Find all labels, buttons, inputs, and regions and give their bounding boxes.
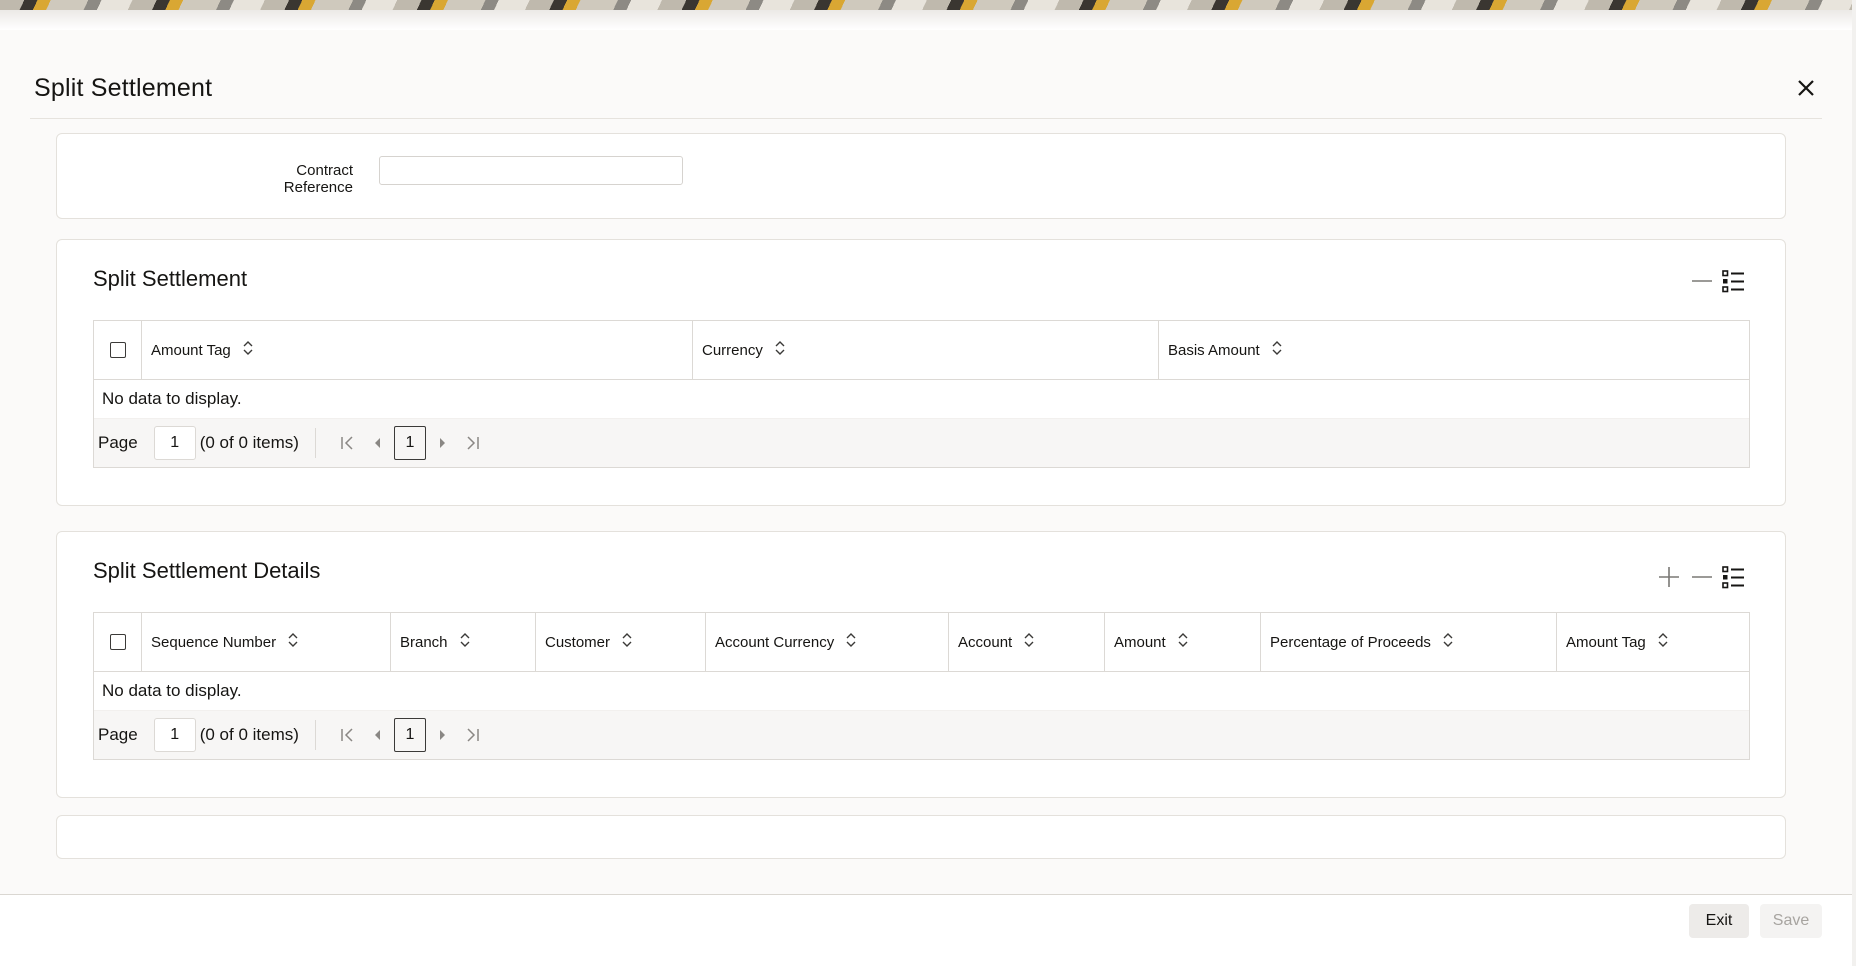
contract-reference-input[interactable] bbox=[379, 156, 683, 185]
section-title: Split Settlement Details bbox=[93, 558, 321, 583]
column-label: Currency bbox=[702, 341, 763, 359]
column-header-amount[interactable]: Amount bbox=[1105, 613, 1261, 671]
column-label: Sequence Number bbox=[151, 633, 277, 651]
contract-reference-label: Contract Reference bbox=[283, 162, 353, 196]
pagination: Page 1 (0 of 0 items) 1 bbox=[94, 419, 1749, 467]
last-page-icon[interactable] bbox=[458, 426, 488, 460]
current-page-button[interactable]: 1 bbox=[393, 426, 426, 460]
next-page-icon[interactable] bbox=[428, 426, 458, 460]
exit-button[interactable]: Exit bbox=[1689, 904, 1749, 938]
pagination: Page 1 (0 of 0 items) 1 bbox=[94, 711, 1749, 759]
table-header: Sequence Number Branch Customer Account … bbox=[94, 613, 1749, 672]
sort-icon[interactable] bbox=[622, 633, 632, 651]
sort-icon[interactable] bbox=[1658, 633, 1668, 651]
first-page-icon[interactable] bbox=[332, 718, 362, 752]
split-settlement-dialog: Split Settlement Contract Reference Spli… bbox=[0, 30, 1854, 943]
empty-panel bbox=[56, 815, 1786, 859]
select-all-column bbox=[94, 613, 142, 671]
single-record-view-icon[interactable] bbox=[1721, 565, 1745, 594]
split-settlement-details-table: Sequence Number Branch Customer Account … bbox=[93, 612, 1750, 760]
sort-icon[interactable] bbox=[1178, 633, 1188, 651]
contract-reference-card: Contract Reference bbox=[56, 133, 1786, 219]
select-all-checkbox[interactable] bbox=[109, 342, 126, 358]
sort-icon[interactable] bbox=[1024, 633, 1034, 651]
previous-page-icon[interactable] bbox=[362, 718, 392, 752]
save-button[interactable]: Save bbox=[1760, 904, 1822, 938]
items-count: (0 of 0 items) bbox=[199, 725, 299, 744]
previous-page-icon[interactable] bbox=[362, 426, 392, 460]
close-icon[interactable] bbox=[1790, 72, 1822, 104]
table-header: Amount Tag Currency Basis Amount bbox=[94, 321, 1749, 380]
select-all-column bbox=[94, 321, 142, 379]
sort-icon[interactable] bbox=[243, 341, 253, 359]
column-header-branch[interactable]: Branch bbox=[391, 613, 536, 671]
column-label: Account bbox=[958, 633, 1013, 651]
split-settlement-section: Split Settlement Amount Tag Currency Bas… bbox=[56, 239, 1786, 506]
column-label: Amount bbox=[1114, 633, 1166, 651]
header-banner bbox=[0, 0, 1856, 10]
column-header-currency[interactable]: Currency bbox=[693, 321, 1159, 379]
sort-icon[interactable] bbox=[460, 633, 470, 651]
pager-divider bbox=[314, 720, 316, 750]
column-header-amount-tag[interactable]: Amount Tag bbox=[1557, 613, 1749, 671]
column-header-amount-tag[interactable]: Amount Tag bbox=[142, 321, 693, 379]
pager-divider bbox=[314, 428, 316, 458]
delete-row-icon[interactable] bbox=[1691, 274, 1713, 293]
last-page-icon[interactable] bbox=[458, 718, 488, 752]
next-page-icon[interactable] bbox=[428, 718, 458, 752]
sort-icon[interactable] bbox=[775, 341, 785, 359]
column-label: Basis Amount bbox=[1168, 341, 1260, 359]
page-number-input[interactable]: 1 bbox=[153, 718, 196, 752]
title-divider bbox=[30, 118, 1822, 119]
dialog-footer bbox=[0, 895, 1852, 943]
column-label: Percentage of Proceeds bbox=[1270, 633, 1431, 651]
page-bottom bbox=[0, 943, 1856, 966]
add-row-icon[interactable] bbox=[1658, 566, 1680, 593]
column-label: Account Currency bbox=[715, 633, 835, 651]
column-header-percentage-of-proceeds[interactable]: Percentage of Proceeds bbox=[1261, 613, 1557, 671]
single-record-view-icon[interactable] bbox=[1721, 269, 1745, 298]
column-header-customer[interactable]: Customer bbox=[536, 613, 706, 671]
sort-icon[interactable] bbox=[846, 633, 856, 651]
sort-icon[interactable] bbox=[288, 633, 298, 651]
column-header-sequence-number[interactable]: Sequence Number bbox=[142, 613, 391, 671]
column-label: Customer bbox=[545, 633, 611, 651]
page-label: Page bbox=[98, 725, 138, 744]
delete-row-icon[interactable] bbox=[1691, 570, 1713, 589]
column-header-account-currency[interactable]: Account Currency bbox=[706, 613, 949, 671]
column-label: Amount Tag bbox=[1566, 633, 1646, 651]
select-all-checkbox[interactable] bbox=[109, 634, 126, 650]
empty-message: No data to display. bbox=[94, 672, 1749, 711]
first-page-icon[interactable] bbox=[332, 426, 362, 460]
split-settlement-details-section: Split Settlement Details Sequence Number bbox=[56, 531, 1786, 798]
column-label: Amount Tag bbox=[151, 341, 231, 359]
column-header-basis-amount[interactable]: Basis Amount bbox=[1159, 321, 1749, 379]
column-label: Branch bbox=[400, 633, 448, 651]
split-settlement-table: Amount Tag Currency Basis Amount No data… bbox=[93, 320, 1750, 468]
header-banner-fade bbox=[0, 10, 1856, 30]
sort-icon[interactable] bbox=[1272, 341, 1282, 359]
column-header-account[interactable]: Account bbox=[949, 613, 1105, 671]
dialog-title: Split Settlement bbox=[34, 74, 213, 102]
scrollbar[interactable] bbox=[1852, 0, 1856, 966]
page-label: Page bbox=[98, 433, 138, 452]
sort-icon[interactable] bbox=[1443, 633, 1453, 651]
current-page-button[interactable]: 1 bbox=[393, 718, 426, 752]
items-count: (0 of 0 items) bbox=[199, 433, 299, 452]
section-title: Split Settlement bbox=[93, 266, 248, 291]
page-number-input[interactable]: 1 bbox=[153, 426, 196, 460]
empty-message: No data to display. bbox=[94, 380, 1749, 419]
